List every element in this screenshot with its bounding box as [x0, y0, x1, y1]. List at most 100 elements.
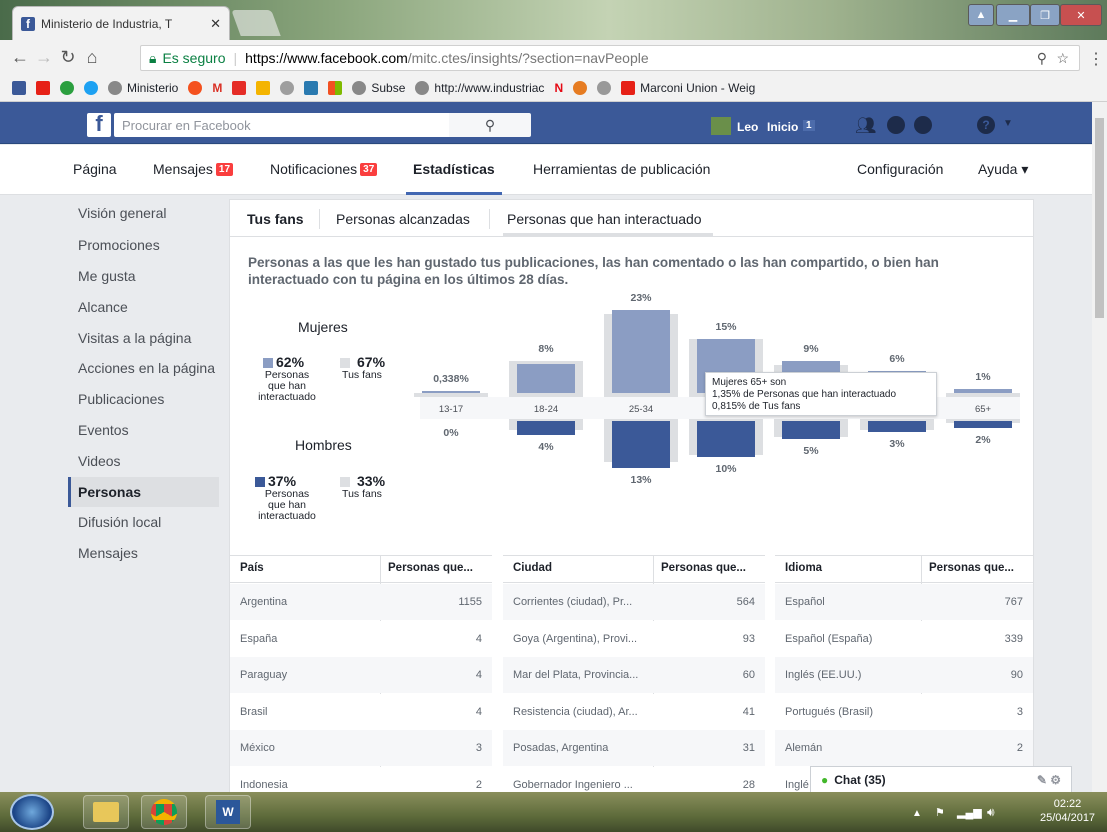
table-cell-name: Argentina: [240, 596, 288, 608]
nav-herramientas[interactable]: Herramientas de publicación: [533, 161, 710, 177]
tab-personas-interactuado[interactable]: Personas que han interactuado: [507, 211, 702, 227]
user-icon[interactable]: ▲: [968, 4, 994, 26]
bookmark-icon[interactable]: [280, 80, 295, 95]
home-link[interactable]: Inicio: [767, 120, 798, 134]
sidebar-item-alcance[interactable]: Alcance: [78, 299, 128, 315]
netflix-bookmark-icon[interactable]: N: [554, 81, 563, 95]
bookmark-ministerio[interactable]: Ministerio: [108, 80, 178, 95]
bar-men[interactable]: [612, 421, 670, 468]
start-button-icon[interactable]: [10, 794, 54, 830]
system-clock[interactable]: 02:22 25/04/2017: [1040, 797, 1095, 825]
bookmark-icon[interactable]: [232, 80, 247, 95]
sidebar-item-personas[interactable]: Personas: [78, 484, 141, 500]
table-header[interactable]: Ciudad: [513, 562, 552, 574]
chat-bar[interactable]: ● Chat (35) ✎ ⚙: [810, 766, 1072, 794]
bar-men[interactable]: [697, 421, 755, 457]
bar-women[interactable]: [517, 364, 575, 393]
table-header[interactable]: Personas que...: [929, 562, 1014, 574]
bookmark-industria[interactable]: http://www.industriac: [415, 80, 544, 95]
chevron-down-icon[interactable]: ▼: [1003, 118, 1013, 129]
avatar[interactable]: [711, 117, 731, 135]
youtube-bookmark-icon[interactable]: [36, 80, 50, 95]
bar-men[interactable]: [782, 421, 840, 439]
network-icon[interactable]: ▂▄▆: [957, 806, 982, 819]
sidebar-item-vision-general[interactable]: Visión general: [78, 205, 166, 221]
profile-link[interactable]: Leo: [737, 120, 758, 134]
forward-icon[interactable]: →: [32, 47, 56, 68]
back-icon[interactable]: ←: [8, 47, 32, 68]
sidebar-item-mensajes[interactable]: Mensajes: [78, 545, 138, 561]
facebook-bookmark-icon[interactable]: [12, 80, 26, 95]
windows-bookmark-icon[interactable]: [328, 80, 343, 95]
menu-icon[interactable]: ⋮: [1088, 49, 1104, 69]
tab-tus-fans[interactable]: Tus fans: [247, 211, 304, 227]
bar-men[interactable]: [517, 421, 575, 436]
search-icon[interactable]: ⚲: [449, 113, 531, 137]
bar-women[interactable]: [954, 389, 1012, 393]
help-icon[interactable]: ?: [977, 116, 995, 134]
messages-icon[interactable]: [887, 116, 905, 134]
legend-women-interact-pct: 62%: [276, 354, 305, 370]
nav-configuracion[interactable]: Configuración: [857, 161, 943, 177]
sidebar-item-visitas[interactable]: Visitas a la página: [78, 330, 191, 346]
url-input[interactable]: 🔒︎ Es seguro | https://www.facebook.com …: [140, 45, 1080, 71]
bookmark-icon[interactable]: [256, 80, 271, 95]
close-tab-icon[interactable]: ✕: [210, 16, 221, 32]
table-header[interactable]: Personas que...: [388, 562, 473, 574]
bar-women[interactable]: [612, 310, 670, 393]
sidebar-item-promociones[interactable]: Promociones: [78, 237, 160, 253]
sidebar-item-difusion-local[interactable]: Difusión local: [78, 514, 161, 530]
facebook-logo-icon[interactable]: f: [87, 111, 111, 137]
twitter-bookmark-icon[interactable]: [84, 80, 98, 95]
nav-pagina[interactable]: Página: [73, 161, 117, 177]
tray-expand-icon[interactable]: ▲: [912, 808, 922, 819]
maximize-button[interactable]: ❐: [1030, 4, 1060, 26]
data-label-men: 10%: [715, 463, 737, 475]
bookmark-marconi[interactable]: Marconi Union - Weig: [621, 80, 755, 95]
word-taskbar-icon[interactable]: W: [205, 795, 251, 829]
chrome-taskbar-icon[interactable]: [141, 795, 187, 829]
browser-tab[interactable]: f Ministerio de Industria, T ✕: [12, 6, 230, 40]
url-host: https://www.facebook.com: [245, 50, 408, 66]
star-icon[interactable]: ☆: [1056, 50, 1069, 67]
lock-icon: 🔒︎: [149, 49, 157, 66]
bookmark-icon[interactable]: [188, 80, 203, 95]
search-input[interactable]: Procurar en Facebook: [114, 113, 449, 137]
explorer-taskbar-icon[interactable]: [83, 795, 129, 829]
bar-men[interactable]: [954, 421, 1012, 429]
table-header[interactable]: País: [240, 562, 264, 574]
nav-ayuda[interactable]: Ayuda ▾: [978, 161, 1028, 178]
fans-bar-women[interactable]: [414, 393, 488, 397]
bookmark-icon[interactable]: [597, 80, 612, 95]
volume-icon[interactable]: 🔊︎: [987, 805, 995, 820]
bookmark-subse[interactable]: Subse: [352, 80, 405, 95]
nav-notificaciones[interactable]: Notificaciones 37: [270, 161, 378, 177]
scrollbar-thumb[interactable]: [1095, 118, 1104, 318]
nav-estadisticas[interactable]: Estadísticas: [413, 161, 495, 177]
table-header[interactable]: Idioma: [785, 562, 822, 574]
table-header[interactable]: Personas que...: [661, 562, 746, 574]
chat-settings-icon[interactable]: ✎ ⚙: [1037, 773, 1061, 787]
bookmark-icon[interactable]: [304, 80, 319, 95]
bar-women[interactable]: [422, 391, 480, 393]
flag-icon[interactable]: ⚑: [935, 806, 945, 819]
sidebar-item-publicaciones[interactable]: Publicaciones: [78, 391, 164, 407]
sidebar-item-videos[interactable]: Videos: [78, 453, 121, 469]
friend-requests-icon[interactable]: 👥︎: [855, 116, 877, 136]
bookmark-icon[interactable]: [573, 80, 588, 95]
bookmark-icon[interactable]: [60, 80, 74, 95]
nav-mensajes[interactable]: Mensajes 17: [153, 161, 234, 177]
fans-bar-women[interactable]: [946, 393, 1020, 397]
reload-icon[interactable]: ↻: [56, 47, 80, 68]
sidebar-item-me-gusta[interactable]: Me gusta: [78, 268, 136, 284]
gmail-bookmark-icon[interactable]: M: [212, 81, 222, 95]
minimize-button[interactable]: ▁: [996, 4, 1030, 26]
sidebar-item-acciones[interactable]: Acciones en la página: [78, 360, 215, 376]
zoom-icon[interactable]: ⚲: [1037, 50, 1047, 67]
bar-men[interactable]: [868, 421, 926, 432]
tab-personas-alcanzadas[interactable]: Personas alcanzadas: [336, 211, 470, 227]
home-icon[interactable]: ⌂: [80, 47, 104, 68]
notifications-globe-icon[interactable]: [914, 116, 932, 134]
sidebar-item-eventos[interactable]: Eventos: [78, 422, 129, 438]
close-window-button[interactable]: ✕: [1060, 4, 1102, 26]
